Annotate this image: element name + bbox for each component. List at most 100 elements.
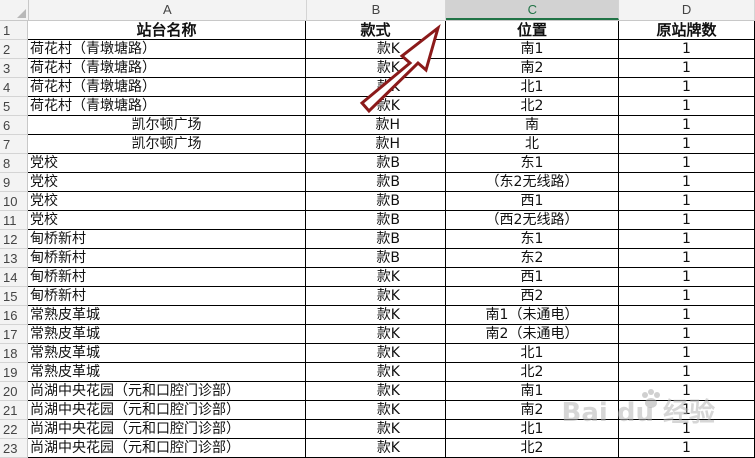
cell-c[interactable]: （西2无线路）: [446, 211, 619, 230]
cell-d[interactable]: 1: [619, 287, 755, 306]
cell-b[interactable]: 款K: [306, 306, 446, 325]
row-header[interactable]: 9: [0, 173, 28, 192]
cell-b[interactable]: 款B: [306, 154, 446, 173]
cell-a[interactable]: 甸桥新村: [28, 268, 306, 287]
row-header[interactable]: 7: [0, 135, 28, 154]
cell-b[interactable]: 款K: [306, 401, 446, 420]
row-header[interactable]: 6: [0, 116, 28, 135]
cell-a[interactable]: 常熟皮革城: [28, 344, 306, 363]
cell-b[interactable]: 款B: [306, 230, 446, 249]
row-header[interactable]: 10: [0, 192, 28, 211]
cell-c[interactable]: 南: [446, 116, 619, 135]
cell-b[interactable]: 款K: [306, 40, 446, 59]
cell-d[interactable]: 1: [619, 363, 755, 382]
cell-a[interactable]: 常熟皮革城: [28, 306, 306, 325]
row-header[interactable]: 2: [0, 40, 28, 59]
cell-b[interactable]: 款K: [306, 268, 446, 287]
cell-a[interactable]: 站台名称: [28, 21, 306, 40]
cell-b[interactable]: 款K: [306, 287, 446, 306]
cell-b[interactable]: 款H: [306, 135, 446, 154]
cell-a[interactable]: 党校: [28, 192, 306, 211]
row-header[interactable]: 23: [0, 439, 28, 458]
cell-c[interactable]: 南2: [446, 59, 619, 78]
row-header[interactable]: 16: [0, 306, 28, 325]
row-header[interactable]: 18: [0, 344, 28, 363]
row-header[interactable]: 12: [0, 230, 28, 249]
cell-b[interactable]: 款K: [306, 344, 446, 363]
cell-d[interactable]: 1: [619, 230, 755, 249]
cell-b[interactable]: 款K: [306, 97, 446, 116]
column-header-b[interactable]: B: [307, 0, 447, 20]
cell-c[interactable]: 东1: [446, 230, 619, 249]
select-all-corner[interactable]: [0, 0, 29, 20]
cell-d[interactable]: 1: [619, 249, 755, 268]
cell-d[interactable]: 原站牌数: [619, 21, 755, 40]
cell-a[interactable]: 凯尔顿广场: [28, 135, 306, 154]
row-header[interactable]: 1: [0, 21, 28, 40]
cell-a[interactable]: 尚湖中央花园（元和口腔门诊部）: [28, 420, 306, 439]
cell-b[interactable]: 款K: [306, 363, 446, 382]
cell-c[interactable]: 北: [446, 135, 619, 154]
cell-b[interactable]: 款B: [306, 173, 446, 192]
cell-b[interactable]: 款K: [306, 439, 446, 458]
row-header[interactable]: 8: [0, 154, 28, 173]
cell-d[interactable]: 1: [619, 344, 755, 363]
row-header[interactable]: 15: [0, 287, 28, 306]
cell-c[interactable]: 北2: [446, 439, 619, 458]
row-header[interactable]: 14: [0, 268, 28, 287]
row-header[interactable]: 5: [0, 97, 28, 116]
cell-a[interactable]: 尚湖中央花园（元和口腔门诊部）: [28, 401, 306, 420]
cell-d[interactable]: 1: [619, 59, 755, 78]
cell-d[interactable]: 1: [619, 325, 755, 344]
cell-a[interactable]: 荷花村（青墩塘路）: [28, 40, 306, 59]
cell-a[interactable]: 常熟皮革城: [28, 363, 306, 382]
column-header-a[interactable]: A: [29, 0, 307, 20]
cell-b[interactable]: 款B: [306, 211, 446, 230]
cell-d[interactable]: 1: [619, 116, 755, 135]
cell-c[interactable]: 东1: [446, 154, 619, 173]
cell-b[interactable]: 款K: [306, 382, 446, 401]
cell-b[interactable]: 款K: [306, 420, 446, 439]
row-header[interactable]: 19: [0, 363, 28, 382]
cell-a[interactable]: 荷花村（青墩塘路）: [28, 97, 306, 116]
cell-c[interactable]: 南1: [446, 40, 619, 59]
cell-b[interactable]: 款B: [306, 249, 446, 268]
cell-c[interactable]: 位置: [446, 21, 619, 40]
row-header[interactable]: 3: [0, 59, 28, 78]
cell-d[interactable]: 1: [619, 192, 755, 211]
row-header[interactable]: 11: [0, 211, 28, 230]
row-header[interactable]: 20: [0, 382, 28, 401]
row-header[interactable]: 13: [0, 249, 28, 268]
cell-a[interactable]: 甸桥新村: [28, 230, 306, 249]
cell-d[interactable]: 1: [619, 173, 755, 192]
cell-a[interactable]: 党校: [28, 173, 306, 192]
cell-c[interactable]: 东2: [446, 249, 619, 268]
cell-b[interactable]: 款K: [306, 59, 446, 78]
cell-c[interactable]: 南1（未通电）: [446, 306, 619, 325]
cell-d[interactable]: 1: [619, 40, 755, 59]
cell-c[interactable]: 西1: [446, 192, 619, 211]
cell-d[interactable]: 1: [619, 97, 755, 116]
cell-d[interactable]: 1: [619, 439, 755, 458]
cell-c[interactable]: 北2: [446, 97, 619, 116]
cell-d[interactable]: 1: [619, 306, 755, 325]
cell-a[interactable]: 尚湖中央花园（元和口腔门诊部）: [28, 439, 306, 458]
row-header[interactable]: 4: [0, 78, 28, 97]
cell-b[interactable]: 款式: [306, 21, 446, 40]
cell-b[interactable]: 款H: [306, 116, 446, 135]
cell-c[interactable]: 西2: [446, 287, 619, 306]
cell-a[interactable]: 甸桥新村: [28, 287, 306, 306]
row-header[interactable]: 17: [0, 325, 28, 344]
column-header-c[interactable]: C: [446, 0, 620, 20]
cell-b[interactable]: 款K: [306, 325, 446, 344]
column-header-d[interactable]: D: [619, 0, 755, 20]
cell-a[interactable]: 常熟皮革城: [28, 325, 306, 344]
cell-a[interactable]: 荷花村（青墩塘路）: [28, 59, 306, 78]
cell-d[interactable]: 1: [619, 154, 755, 173]
cell-a[interactable]: 荷花村（青墩塘路）: [28, 78, 306, 97]
cell-a[interactable]: 凯尔顿广场: [28, 116, 306, 135]
cell-a[interactable]: 尚湖中央花园（元和口腔门诊部）: [28, 382, 306, 401]
cell-a[interactable]: 甸桥新村: [28, 249, 306, 268]
cell-b[interactable]: 款B: [306, 192, 446, 211]
cell-c[interactable]: 北1: [446, 344, 619, 363]
